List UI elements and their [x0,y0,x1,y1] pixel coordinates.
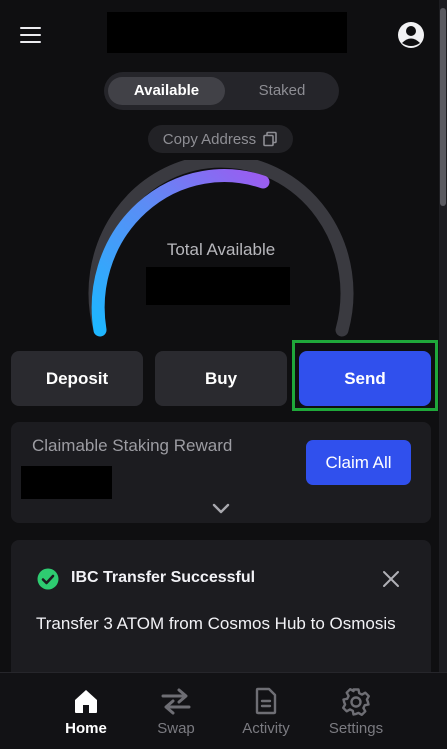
check-circle-icon [37,568,59,590]
copy-address-button[interactable]: Copy Address [148,125,293,153]
scrollbar-track[interactable] [439,0,447,672]
swap-arrows-icon [161,688,191,715]
notification-message: Transfer 3 ATOM from Cosmos Hub to Osmos… [36,614,396,633]
notification-card: IBC Transfer Successful Transfer 3 ATOM … [11,540,431,672]
home-icon [75,690,97,713]
claim-all-button[interactable]: Claim All [306,440,411,485]
toggle-available[interactable]: Available [108,77,225,105]
nav-swap-label: Swap [157,720,195,737]
nav-activity[interactable]: Activity [216,673,316,749]
copy-address-label: Copy Address [162,130,257,148]
nav-settings-label: Settings [328,720,384,737]
notification-title: IBC Transfer Successful [71,569,256,586]
document-icon [255,687,277,715]
nav-home[interactable]: Home [36,673,136,749]
staking-reward-label: Claimable Staking Reward [32,436,233,455]
buy-button[interactable]: Buy [155,351,287,406]
balance-toggle: Available Staked [104,72,339,110]
deposit-button[interactable]: Deposit [11,351,143,406]
toggle-staked[interactable]: Staked [225,77,339,105]
scrollbar-thumb[interactable] [440,8,446,206]
nav-swap[interactable]: Swap [126,673,226,749]
staking-reward-card: Claimable Staking Reward Claim All [11,422,431,523]
nav-home-label: Home [65,720,107,737]
hamburger-menu-icon[interactable] [18,24,44,46]
send-button[interactable]: Send [299,351,431,406]
account-name-redacted [107,12,347,53]
bottom-nav: Home Swap Activity Settings [0,672,447,749]
total-available-label: Total Available [166,240,276,259]
nav-settings[interactable]: Settings [306,673,406,749]
close-icon[interactable] [381,569,401,589]
user-circle-icon[interactable] [396,20,426,50]
gear-icon [342,688,370,716]
copy-icon [263,131,277,147]
nav-activity-label: Activity [242,720,290,737]
total-available-value-redacted [146,267,290,305]
staking-reward-value-redacted [21,466,112,499]
chevron-down-icon[interactable] [211,500,231,516]
